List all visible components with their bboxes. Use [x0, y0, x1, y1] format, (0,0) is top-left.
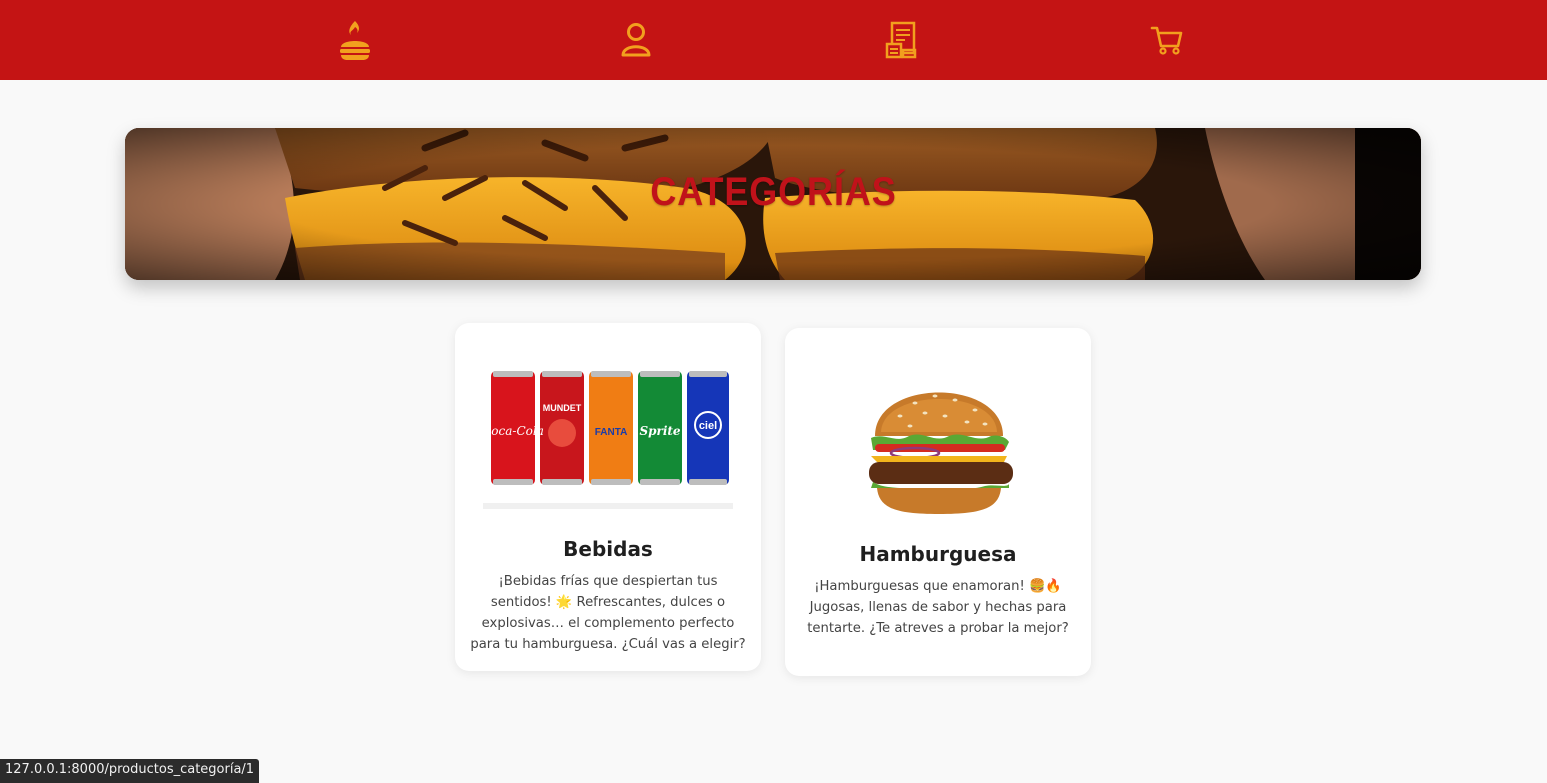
can-label: FANTA [595, 427, 628, 438]
category-description: ¡Bebidas frías que despiertan tus sentid… [470, 574, 746, 652]
category-card-bebidas[interactable]: Coca-Cola MUNDET FANTA Sprite ciel Bebid… [455, 323, 761, 671]
top-navbar [0, 0, 1547, 80]
user-icon[interactable] [614, 18, 658, 62]
can-label: ciel [699, 420, 717, 432]
can-label: Sprite [639, 424, 680, 438]
category-description: ¡Hamburguesas que enamoran! 🍔🔥 Jugosas, … [807, 579, 1069, 636]
cart-icon[interactable] [1145, 18, 1189, 62]
can-label: MUNDET [543, 403, 582, 413]
category-card-hamburguesa[interactable]: Hamburguesa ¡Hamburguesas que enamoran! … [785, 328, 1091, 676]
burger-flame-icon[interactable] [333, 18, 377, 62]
can-mundet [540, 371, 584, 485]
category-title: Bebidas [563, 537, 653, 561]
drinks-cans-image: Coca-Cola MUNDET FANTA Sprite ciel [482, 371, 733, 509]
can-label: Coca-Cola [482, 424, 544, 438]
hamburger-image [869, 392, 1013, 514]
receipt-icon[interactable] [880, 18, 924, 62]
category-title: Hamburguesa [859, 542, 1017, 566]
status-bar-url: 127.0.0.1:8000/productos_categoría/1 [0, 759, 260, 783]
page-title: CATEGORÍAS [650, 170, 897, 214]
